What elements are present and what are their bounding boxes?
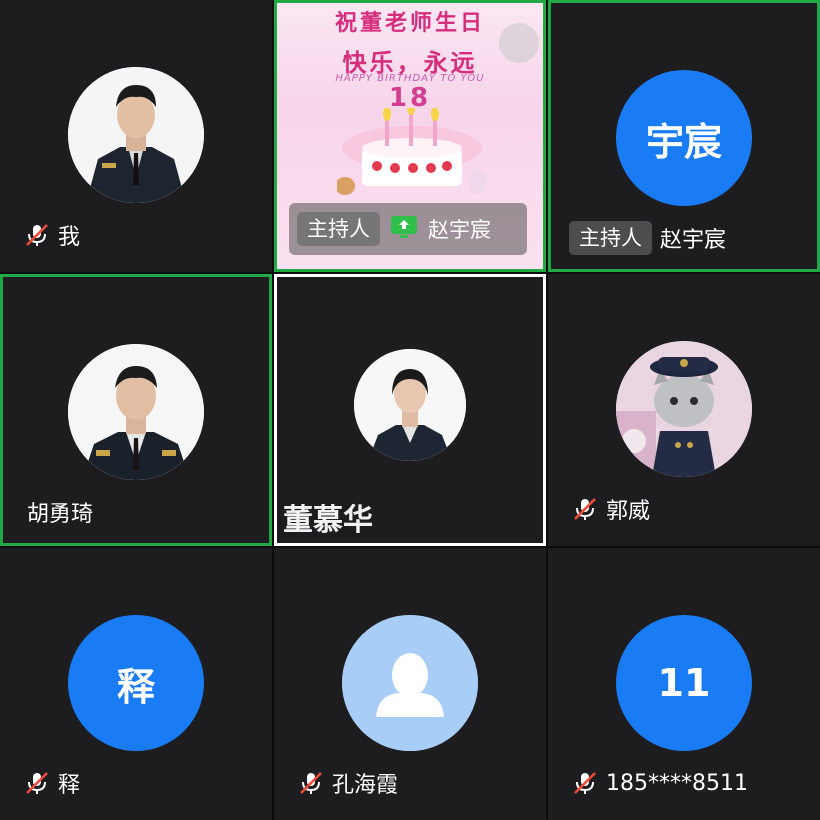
avatar-guo bbox=[616, 341, 752, 477]
participant-tile-zhao[interactable]: 宇宸 主持人 赵宇宸 bbox=[548, 0, 820, 272]
share-decoration-dot bbox=[499, 23, 539, 63]
host-badge: 主持人 bbox=[569, 221, 652, 255]
participant-label-hu: 胡勇琦 bbox=[27, 495, 93, 529]
participant-tile-kong[interactable]: 孔海霞 bbox=[274, 548, 546, 820]
participant-label-kong: 孔海霞 bbox=[298, 766, 398, 800]
participant-name: 赵宇宸 bbox=[660, 228, 727, 253]
participant-label-phone: 185****8511 bbox=[572, 766, 748, 800]
participant-tile-hu[interactable]: 胡勇琦 bbox=[0, 274, 272, 546]
default-user-icon bbox=[342, 615, 478, 751]
participant-label-shi: 释 bbox=[24, 766, 80, 800]
avatar-zhao: 宇宸 bbox=[616, 70, 752, 206]
participant-tile-me[interactable]: 我 bbox=[0, 0, 272, 272]
mic-muted-icon bbox=[24, 222, 50, 248]
avatar-phone: 11 bbox=[616, 615, 752, 751]
participant-tile-shared-screen[interactable]: 祝董老师生日 快乐，永远 HAPPY BIRTHDAY TO YOU 18 主持… bbox=[274, 0, 546, 272]
participant-name: 我 bbox=[58, 225, 81, 250]
presenter-label: 主持人 赵宇宸 bbox=[289, 203, 527, 255]
participant-label-guo: 郭威 bbox=[572, 492, 650, 526]
participant-name: 孔海霞 bbox=[332, 773, 399, 798]
participant-name: 185****8511 bbox=[606, 770, 748, 796]
screen-share-icon bbox=[390, 214, 418, 244]
mic-muted-icon bbox=[572, 496, 598, 522]
participant-tile-shi[interactable]: 释 释 bbox=[0, 548, 272, 820]
participant-name: 董慕华 bbox=[283, 503, 373, 538]
participant-tile-dong[interactable]: 董慕华 bbox=[274, 274, 546, 546]
participant-tile-phone[interactable]: 11 185****8511 bbox=[548, 548, 820, 820]
host-badge: 主持人 bbox=[297, 212, 380, 246]
avatar-me bbox=[68, 67, 204, 203]
participant-name: 赵宇宸 bbox=[428, 218, 491, 242]
video-grid: 我 祝董老师生日 快乐，永远 HAPPY BIRTHDAY TO YOU 18 bbox=[0, 0, 820, 820]
mic-muted-icon bbox=[24, 770, 50, 796]
participant-label-me: 我 bbox=[24, 218, 80, 252]
avatar-shi: 释 bbox=[68, 615, 204, 751]
participant-name: 郭威 bbox=[606, 499, 651, 524]
participant-tile-guo[interactable]: 郭威 bbox=[548, 274, 820, 546]
participant-name: 释 bbox=[58, 773, 81, 798]
avatar-dong bbox=[354, 349, 466, 461]
avatar-hu bbox=[68, 344, 204, 480]
birthday-cake-image bbox=[337, 108, 486, 195]
mic-muted-icon bbox=[298, 770, 324, 796]
mic-muted-icon bbox=[572, 770, 598, 796]
participant-label-zhao: 主持人 赵宇宸 bbox=[569, 221, 726, 255]
shared-screen-content: 祝董老师生日 快乐，永远 HAPPY BIRTHDAY TO YOU 18 主持… bbox=[277, 3, 543, 269]
participant-name: 胡勇琦 bbox=[27, 502, 94, 527]
